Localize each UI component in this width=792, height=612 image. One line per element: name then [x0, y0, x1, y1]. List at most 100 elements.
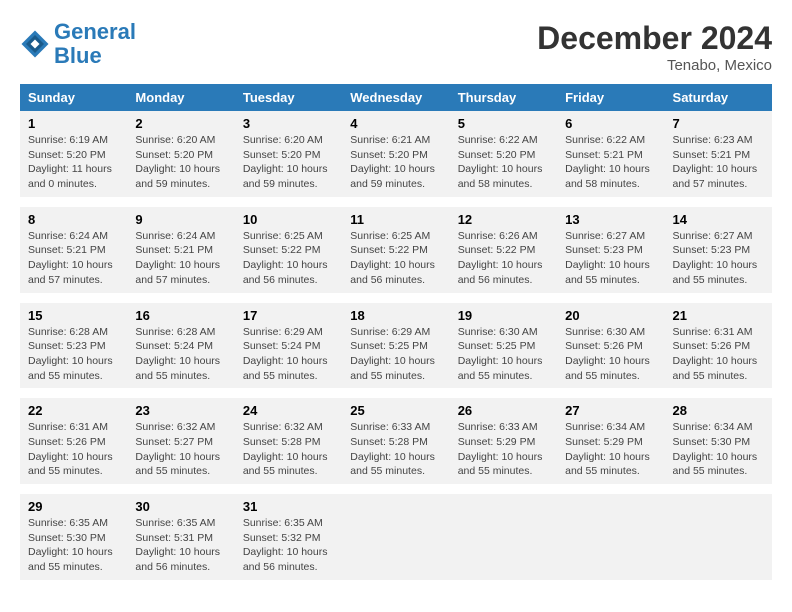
day-number: 23 [135, 403, 226, 418]
calendar-week-row: 29 Sunrise: 6:35 AM Sunset: 5:30 PM Dayli… [20, 494, 772, 580]
day-number: 18 [350, 308, 441, 323]
day-number: 5 [458, 116, 549, 131]
day-info: Sunrise: 6:25 AM Sunset: 5:22 PM Dayligh… [350, 229, 441, 288]
logo-text: General Blue [54, 20, 136, 68]
calendar-cell [557, 494, 664, 580]
calendar-cell: 27Sunrise: 6:34 AM Sunset: 5:29 PM Dayli… [557, 398, 664, 484]
logo-blue: Blue [54, 43, 102, 68]
day-info: Sunrise: 6:33 AM Sunset: 5:29 PM Dayligh… [458, 420, 549, 479]
calendar-cell: 1 Sunrise: 6:19 AM Sunset: 5:20 PM Daylig… [20, 111, 127, 197]
calendar-cell [342, 494, 449, 580]
week-divider [20, 293, 772, 303]
calendar-cell: 7 Sunrise: 6:23 AM Sunset: 5:21 PM Daylig… [665, 111, 772, 197]
calendar-cell: 24Sunrise: 6:32 AM Sunset: 5:28 PM Dayli… [235, 398, 342, 484]
day-info: Sunrise: 6:30 AM Sunset: 5:26 PM Dayligh… [565, 325, 656, 384]
day-number: 4 [350, 116, 441, 131]
calendar-cell: 23Sunrise: 6:32 AM Sunset: 5:27 PM Dayli… [127, 398, 234, 484]
calendar-cell: 17Sunrise: 6:29 AM Sunset: 5:24 PM Dayli… [235, 303, 342, 389]
calendar-cell: 13Sunrise: 6:27 AM Sunset: 5:23 PM Dayli… [557, 207, 664, 293]
day-info: Sunrise: 6:28 AM Sunset: 5:23 PM Dayligh… [28, 325, 119, 384]
calendar-cell: 16Sunrise: 6:28 AM Sunset: 5:24 PM Dayli… [127, 303, 234, 389]
day-number: 25 [350, 403, 441, 418]
calendar-cell [450, 494, 557, 580]
calendar-week-row: 15 Sunrise: 6:28 AM Sunset: 5:23 PM Dayli… [20, 303, 772, 389]
calendar-cell: 18 Sunrise: 6:29 AM Sunset: 5:25 PM Dayli… [342, 303, 449, 389]
calendar-cell: 26 Sunrise: 6:33 AM Sunset: 5:29 PM Dayli… [450, 398, 557, 484]
day-info: Sunrise: 6:22 AM Sunset: 5:21 PM Dayligh… [565, 133, 656, 192]
calendar-cell: 8Sunrise: 6:24 AM Sunset: 5:21 PM Daylig… [20, 207, 127, 293]
calendar-cell: 6 Sunrise: 6:22 AM Sunset: 5:21 PM Daylig… [557, 111, 664, 197]
calendar-cell: 19 Sunrise: 6:30 AM Sunset: 5:25 PM Dayli… [450, 303, 557, 389]
calendar-cell: 3 Sunrise: 6:20 AM Sunset: 5:20 PM Daylig… [235, 111, 342, 197]
day-info: Sunrise: 6:33 AM Sunset: 5:28 PM Dayligh… [350, 420, 441, 479]
calendar-cell: 31Sunrise: 6:35 AM Sunset: 5:32 PM Dayli… [235, 494, 342, 580]
day-info: Sunrise: 6:19 AM Sunset: 5:20 PM Dayligh… [28, 133, 119, 192]
month-title: December 2024 [537, 20, 772, 57]
weekday-header-wednesday: Wednesday [342, 84, 449, 111]
day-number: 24 [243, 403, 334, 418]
day-number: 31 [243, 499, 334, 514]
day-number: 14 [673, 212, 764, 227]
day-number: 21 [673, 308, 764, 323]
location-subtitle: Tenabo, Mexico [537, 57, 772, 74]
day-info: Sunrise: 6:24 AM Sunset: 5:21 PM Dayligh… [135, 229, 226, 288]
logo-icon [20, 29, 50, 59]
day-number: 2 [135, 116, 226, 131]
day-number: 29 [28, 499, 119, 514]
day-number: 3 [243, 116, 334, 131]
calendar-cell [665, 494, 772, 580]
day-number: 6 [565, 116, 656, 131]
day-number: 8 [28, 212, 119, 227]
day-number: 30 [135, 499, 226, 514]
day-number: 19 [458, 308, 549, 323]
day-number: 10 [243, 212, 334, 227]
logo: General Blue [20, 20, 136, 68]
day-info: Sunrise: 6:28 AM Sunset: 5:24 PM Dayligh… [135, 325, 226, 384]
weekday-header-saturday: Saturday [665, 84, 772, 111]
day-number: 26 [458, 403, 549, 418]
weekday-header-monday: Monday [127, 84, 234, 111]
day-number: 1 [28, 116, 119, 131]
weekday-header-thursday: Thursday [450, 84, 557, 111]
calendar-cell: 14Sunrise: 6:27 AM Sunset: 5:23 PM Dayli… [665, 207, 772, 293]
day-info: Sunrise: 6:23 AM Sunset: 5:21 PM Dayligh… [673, 133, 764, 192]
day-info: Sunrise: 6:20 AM Sunset: 5:20 PM Dayligh… [243, 133, 334, 192]
weekday-header-friday: Friday [557, 84, 664, 111]
calendar-cell: 10Sunrise: 6:25 AM Sunset: 5:22 PM Dayli… [235, 207, 342, 293]
weekday-header-sunday: Sunday [20, 84, 127, 111]
calendar-cell: 25 Sunrise: 6:33 AM Sunset: 5:28 PM Dayli… [342, 398, 449, 484]
page-header: General Blue December 2024 Tenabo, Mexic… [20, 20, 772, 74]
calendar-cell: 15 Sunrise: 6:28 AM Sunset: 5:23 PM Dayli… [20, 303, 127, 389]
day-info: Sunrise: 6:34 AM Sunset: 5:29 PM Dayligh… [565, 420, 656, 479]
day-number: 13 [565, 212, 656, 227]
day-number: 11 [350, 212, 441, 227]
week-divider [20, 484, 772, 494]
calendar-header-row: SundayMondayTuesdayWednesdayThursdayFrid… [20, 84, 772, 111]
calendar-cell: 29 Sunrise: 6:35 AM Sunset: 5:30 PM Dayli… [20, 494, 127, 580]
day-number: 15 [28, 308, 119, 323]
calendar-cell: 11 Sunrise: 6:25 AM Sunset: 5:22 PM Dayli… [342, 207, 449, 293]
calendar-week-row: 22Sunrise: 6:31 AM Sunset: 5:26 PM Dayli… [20, 398, 772, 484]
day-info: Sunrise: 6:30 AM Sunset: 5:25 PM Dayligh… [458, 325, 549, 384]
weekday-header-tuesday: Tuesday [235, 84, 342, 111]
day-info: Sunrise: 6:31 AM Sunset: 5:26 PM Dayligh… [673, 325, 764, 384]
day-info: Sunrise: 6:20 AM Sunset: 5:20 PM Dayligh… [135, 133, 226, 192]
logo-general: General [54, 19, 136, 44]
day-info: Sunrise: 6:26 AM Sunset: 5:22 PM Dayligh… [458, 229, 549, 288]
calendar-table: SundayMondayTuesdayWednesdayThursdayFrid… [20, 84, 772, 580]
day-number: 7 [673, 116, 764, 131]
calendar-cell: 2 Sunrise: 6:20 AM Sunset: 5:20 PM Daylig… [127, 111, 234, 197]
day-info: Sunrise: 6:35 AM Sunset: 5:30 PM Dayligh… [28, 516, 119, 575]
day-number: 20 [565, 308, 656, 323]
day-number: 22 [28, 403, 119, 418]
day-number: 17 [243, 308, 334, 323]
day-number: 28 [673, 403, 764, 418]
week-divider [20, 388, 772, 398]
day-info: Sunrise: 6:22 AM Sunset: 5:20 PM Dayligh… [458, 133, 549, 192]
calendar-cell: 12 Sunrise: 6:26 AM Sunset: 5:22 PM Dayli… [450, 207, 557, 293]
day-info: Sunrise: 6:29 AM Sunset: 5:25 PM Dayligh… [350, 325, 441, 384]
calendar-cell: 5 Sunrise: 6:22 AM Sunset: 5:20 PM Daylig… [450, 111, 557, 197]
day-number: 12 [458, 212, 549, 227]
calendar-week-row: 8 Sunrise: 6:24 AM Sunset: 5:21 PM Daylig… [20, 207, 772, 293]
day-info: Sunrise: 6:34 AM Sunset: 5:30 PM Dayligh… [673, 420, 764, 479]
